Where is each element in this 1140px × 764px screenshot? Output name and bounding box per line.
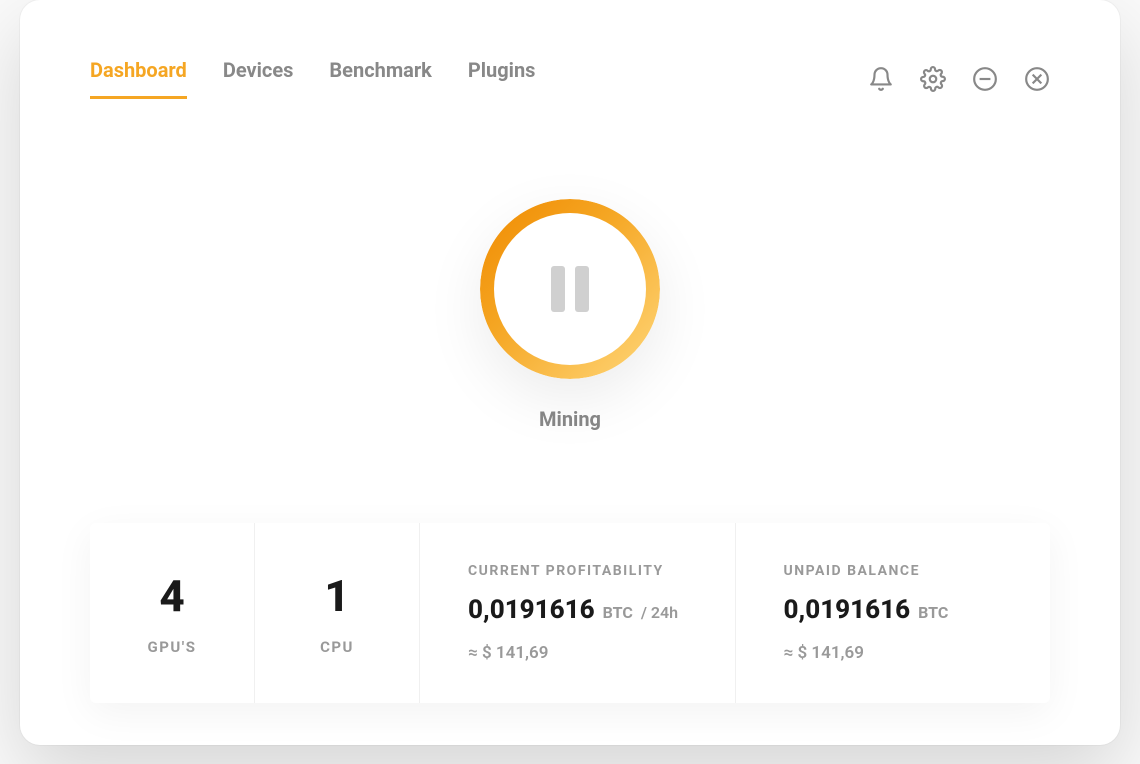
profitability-per: / 24h (641, 603, 678, 622)
profitability-stat: CURRENT PROFITABILITY 0,0191616 BTC / 24… (420, 523, 736, 703)
pause-icon (551, 266, 589, 312)
gear-icon[interactable] (920, 66, 946, 92)
cpu-count: 1 (324, 570, 349, 622)
tab-devices[interactable]: Devices (223, 58, 294, 99)
unpaid-title: UNPAID BALANCE (784, 563, 1003, 579)
topbar-icons (868, 66, 1050, 92)
unpaid-value: 0,0191616 (784, 595, 911, 625)
pause-button[interactable] (480, 199, 660, 379)
unpaid-approx: ≈ $ 141,69 (784, 643, 1003, 663)
stats-panel: 4 GPU'S 1 CPU CURRENT PROFITABILITY 0,01… (90, 523, 1050, 703)
unpaid-unit: BTC (918, 603, 948, 622)
close-icon[interactable] (1024, 66, 1050, 92)
mining-status: Mining (90, 199, 1050, 431)
profitability-title: CURRENT PROFITABILITY (468, 563, 687, 579)
minimize-icon[interactable] (972, 66, 998, 92)
gpu-label: GPU'S (148, 638, 197, 656)
profitability-approx: ≈ $ 141,69 (468, 643, 687, 663)
unpaid-value-row: 0,0191616 BTC (784, 595, 1003, 625)
profitability-unit: BTC (603, 603, 633, 622)
cpu-stat: 1 CPU (255, 523, 420, 703)
gpu-stat: 4 GPU'S (90, 523, 255, 703)
profitability-value: 0,0191616 (468, 595, 595, 625)
cpu-label: CPU (320, 638, 354, 656)
tab-dashboard[interactable]: Dashboard (90, 58, 187, 99)
tab-benchmark[interactable]: Benchmark (329, 58, 431, 99)
tab-plugins[interactable]: Plugins (468, 58, 536, 99)
topbar: Dashboard Devices Benchmark Plugins (90, 58, 1050, 99)
status-label: Mining (539, 407, 601, 431)
unpaid-stat: UNPAID BALANCE 0,0191616 BTC ≈ $ 141,69 (736, 523, 1051, 703)
app-window: Dashboard Devices Benchmark Plugins (20, 0, 1120, 745)
profitability-value-row: 0,0191616 BTC / 24h (468, 595, 687, 625)
nav-tabs: Dashboard Devices Benchmark Plugins (90, 58, 535, 99)
bell-icon[interactable] (868, 66, 894, 92)
gpu-count: 4 (159, 570, 184, 622)
